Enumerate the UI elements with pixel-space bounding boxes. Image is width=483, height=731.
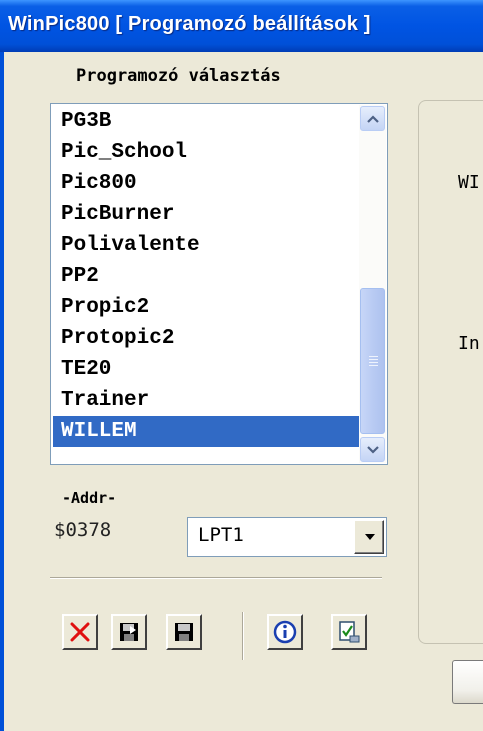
list-item[interactable]: Pic_School <box>53 137 359 168</box>
list-scrollbar[interactable] <box>359 105 386 463</box>
floppy-save-icon <box>175 623 193 641</box>
scroll-up-button[interactable] <box>360 106 385 131</box>
programmer-list-items: PG3B Pic_School Pic800 PicBurner Polivalente… <box>53 106 359 447</box>
list-item[interactable]: Trainer <box>53 385 359 416</box>
separator <box>50 577 382 579</box>
test-button[interactable] <box>331 614 367 650</box>
list-item[interactable]: PG3B <box>53 106 359 137</box>
port-select[interactable]: LPT1 <box>187 517 387 557</box>
toolbar-separator <box>242 612 244 660</box>
scroll-down-button[interactable] <box>360 437 385 462</box>
scroll-grip <box>369 359 378 360</box>
list-item[interactable]: Propic2 <box>53 292 359 323</box>
list-item[interactable]: Pic800 <box>53 168 359 199</box>
scroll-thumb[interactable] <box>360 288 385 434</box>
scroll-grip <box>369 362 378 363</box>
list-item[interactable]: TE20 <box>53 354 359 385</box>
programmer-list-caption: Programozó választás <box>76 66 281 86</box>
floppy-load-icon <box>120 623 138 641</box>
dialog-button[interactable] <box>452 660 483 704</box>
list-item[interactable]: WILLEM <box>53 416 359 447</box>
red-x-icon <box>70 622 90 642</box>
programmer-listbox[interactable]: PG3B Pic_School Pic800 PicBurner Polivalente… <box>50 103 388 465</box>
title-bar: WinPic800 [ Programozó beállítások ] <box>0 0 483 52</box>
list-item[interactable]: PP2 <box>53 261 359 292</box>
info-button[interactable] <box>267 614 303 650</box>
list-item[interactable]: Polivalente <box>53 230 359 261</box>
load-button[interactable] <box>111 614 147 650</box>
programmer-name-text: WI <box>458 172 480 193</box>
programmer-info-text: In <box>458 333 480 354</box>
port-select-value: LPT1 <box>198 524 244 546</box>
save-button[interactable] <box>166 614 202 650</box>
info-icon <box>273 620 297 644</box>
address-value: $0378 <box>54 519 112 541</box>
scroll-grip <box>369 365 378 366</box>
chevron-down-icon <box>366 445 379 454</box>
window-title: WinPic800 [ Programozó beállítások ] <box>8 13 371 35</box>
document-check-icon <box>339 621 360 643</box>
port-dropdown-button[interactable] <box>354 520 384 554</box>
delete-button[interactable] <box>62 614 98 650</box>
scroll-grip <box>369 356 378 357</box>
dropdown-arrow-icon <box>365 534 375 540</box>
chevron-up-icon <box>366 114 379 123</box>
window-left-border <box>0 52 4 731</box>
address-label: -Addr- <box>62 489 117 507</box>
list-item[interactable]: Protopic2 <box>53 323 359 354</box>
list-item[interactable]: PicBurner <box>53 199 359 230</box>
